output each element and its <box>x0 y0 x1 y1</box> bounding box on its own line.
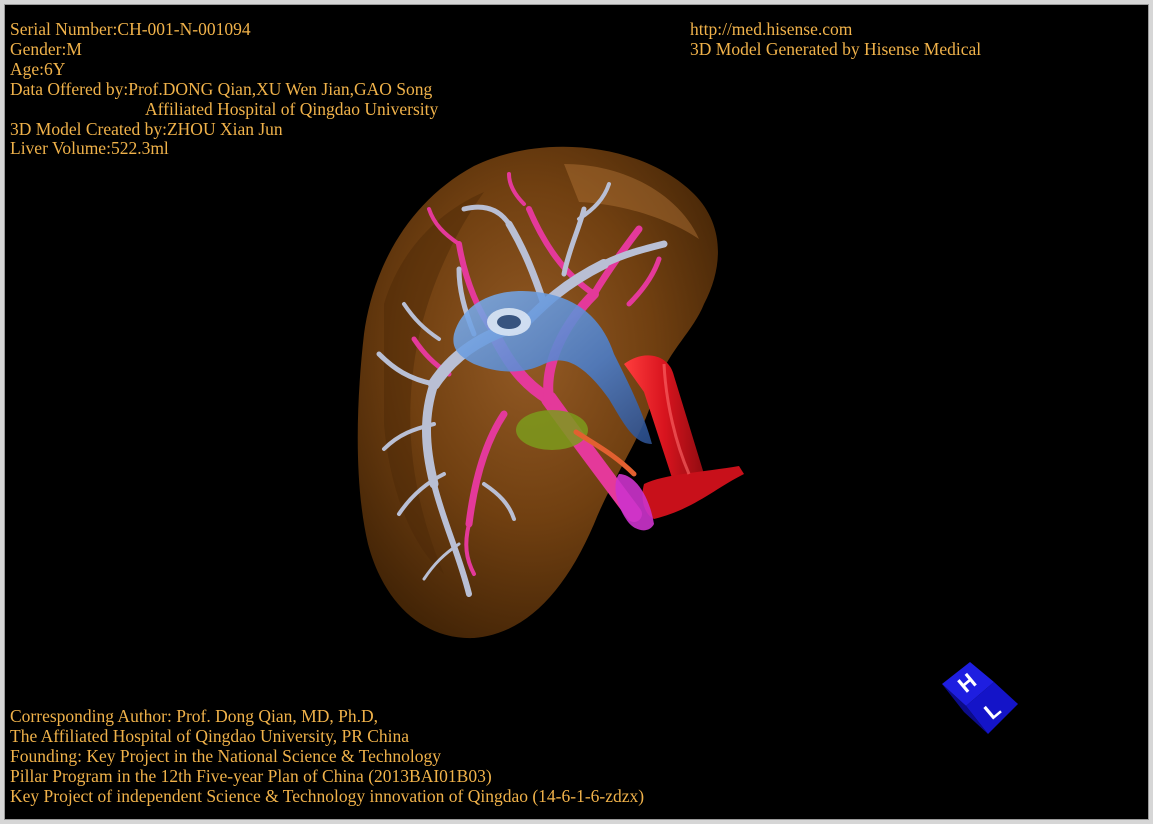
credit-line-1: Corresponding Author: Prof. Dong Qian, M… <box>10 706 378 726</box>
credit-line-2: The Affiliated Hospital of Qingdao Unive… <box>10 725 410 746</box>
generator-info: http://med.hisense.com 3D Model Generate… <box>690 19 982 60</box>
website-url: http://med.hisense.com <box>690 19 853 39</box>
liver-volume: Liver Volume:522.3ml <box>10 138 169 159</box>
viewer-window: Serial Number:CH-001-N-001094 Gender:M A… <box>0 0 1153 824</box>
credit-line-4: Pillar Program in the 12th Five-year Pla… <box>10 765 492 786</box>
orientation-cube[interactable]: H L <box>930 654 1026 750</box>
credit-line-5: Key Project of independent Science & Tec… <box>10 785 645 806</box>
gender: Gender:M <box>10 38 82 59</box>
hospital-name: Affiliated Hospital of Qingdao Universit… <box>145 98 439 119</box>
model-created-by: 3D Model Created by:ZHOU Xian Jun <box>10 118 283 139</box>
generated-by: 3D Model Generated by Hisense Medical <box>690 38 982 59</box>
data-offered-by: Data Offered by:Prof.DONG Qian,XU Wen Ji… <box>10 78 433 99</box>
credits: Corresponding Author: Prof. Dong Qian, M… <box>10 706 645 807</box>
age: Age:6Y <box>10 58 66 79</box>
serial-number: Serial Number:CH-001-N-001094 <box>10 19 251 39</box>
credit-line-3: Founding: Key Project in the National Sc… <box>10 745 442 766</box>
patient-info: Serial Number:CH-001-N-001094 Gender:M A… <box>10 19 439 159</box>
